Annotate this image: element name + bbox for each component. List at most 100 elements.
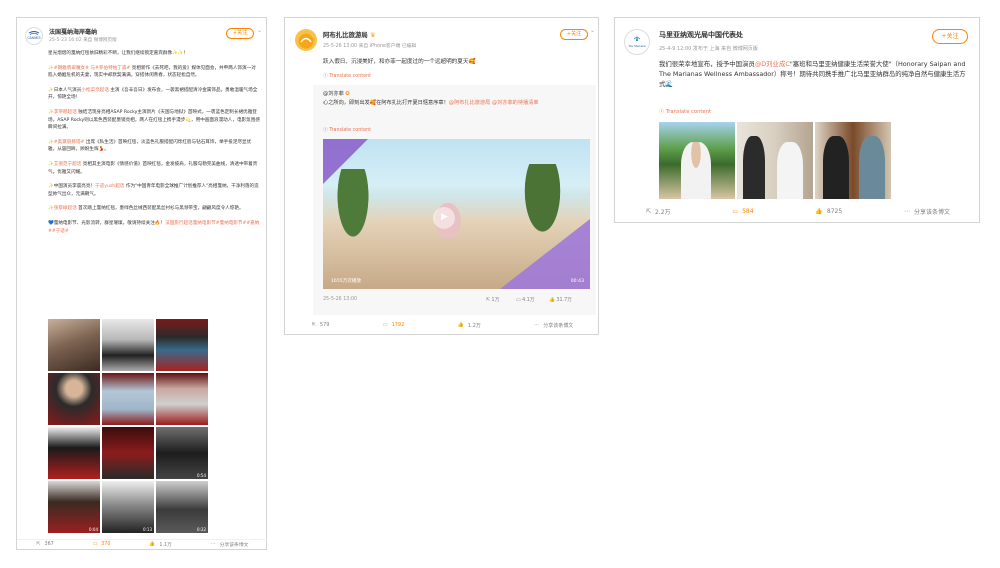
share-count: 579 [319,322,330,328]
share-post-button[interactable]: ⋯ 分享该条博文 [211,541,249,548]
video-thumbnail[interactable]: 0:32 [156,481,208,533]
post-paragraph: ✨中国演员李晨亮亮！于适yush超话 作为"中国青年电影全球推广计划推荐人"亮相… [48,183,260,198]
action-bar: ⇱ 367 ▭ 370 👍 1.1万 ⋯ 分享该条博文 [17,539,268,549]
post-paragraph: ✨张蔡峥超话 首次踏上戛纳红毯，墨绿色丝绒西装配黑丝衬衫与黑领带宝，翩翩风度令人… [48,205,260,213]
comment-button[interactable]: ▭ 1792 [383,322,404,328]
translate-link[interactable]: ⓣ Translate content [323,72,371,79]
post-text: ✨日本人气演员 [48,87,82,93]
share-post-label: 分享该条博文 [914,208,951,216]
photo-thumbnail[interactable] [48,319,100,371]
topic-link[interactable]: 于适yush超话 [95,184,124,189]
repost-share-button[interactable]: ⇱ 1万 [486,296,499,303]
comment-icon: ▭ [382,322,388,328]
photo-thumbnail[interactable] [815,122,891,199]
photo-thumbnail[interactable] [48,427,100,479]
post-paragraph: ✨李宰赫超话 独结洁现身亮相ASAP Rocky主演新片《天国与地狱》首映式，一… [48,109,260,132]
account-name[interactable]: 法国戛纳海岸毫纳 [49,27,97,36]
topic-link[interactable]: 法国旅行超话 [165,221,193,226]
comment-icon: ▭ [732,207,739,215]
photo-thumbnail[interactable] [102,427,154,479]
action-bar: ⇱ 579 ▭ 1792 👍 1.2万 ⋯ 分享该条博文 [285,319,600,331]
like-count: 8725 [826,207,843,215]
photo-thumbnail[interactable] [102,319,154,371]
repost-meta: 25-5-26 13:00 [323,297,358,302]
post-paragraph: ✨艾丽范宁超话 亮相其主演电影《情感价值》首映红毯，金发披肩，礼服勾勒完美曲线，… [48,161,260,176]
video-thumbnail[interactable]: 0:54 [156,427,208,479]
repost-block: @刘亦菲 ✪ 心之所向，即刻出发🥰在阿布扎比打开夏日惬意序章！@阿布扎比旅游局 … [313,85,596,315]
comment-count: 370 [101,542,111,547]
verified-icon: ♛ [369,31,376,39]
like-icon: 👍 [149,542,156,547]
photo-thumbnail[interactable] [156,373,208,425]
share-icon: ⇱ [36,542,41,547]
topic-link[interactable]: #罗伯特帕丁森# [95,66,130,71]
post-text: 跃入假日、沉浸美好，和亦菲一起度过的一个远超明的夏天🥰 [323,59,476,65]
topic-link[interactable]: 小松菜奈超话 [81,88,109,93]
avatar[interactable]: The Marianas [624,29,650,55]
share-count: 2.2万 [654,208,671,216]
share-post-button[interactable]: ⋯ 分享该条博文 [904,207,950,216]
post-body: 星光熠熠的戛纳红毯依旧精彩不断，让我们继续锁定嘉宾群像✨✨！ ✨#朗雅翡翠魔女#… [48,50,260,235]
avatar[interactable]: CANNES [25,27,43,45]
post-card-marianas: The Marianas 马里亚纳观光局中国代表处 25-4-9 12:00 发… [614,17,980,223]
more-icon[interactable]: ⌄ [257,27,262,34]
like-button[interactable]: 👍 8725 [815,208,842,215]
repost-like-button[interactable]: 👍 31.7万 [549,296,572,303]
post-paragraph: 💙戛纳电影节、光影流转，群星璀璨，敬请持续关注🔥！法国旅行超话戛纳电影节#戛纳电… [48,220,260,235]
account-name[interactable]: 马里亚纳观光局中国代表处 [659,30,743,40]
comment-count: 1792 [391,322,405,328]
photo-thumbnail[interactable]: 0:13 [102,481,154,533]
avatar[interactable] [295,29,317,51]
comment-button[interactable]: ▭ 370 [93,542,111,547]
comment-count: 584 [742,207,754,215]
topic-link[interactable]: 艾丽范宁超话 [54,162,82,167]
photo-thumbnail[interactable] [659,122,735,199]
post-paragraph: ✨#奥黛丽赫塔# 出席《私生活》首映红毯，淡蓝色礼服搭配闪烁红唇与钻石耳饰，举手… [48,139,260,154]
translate-link[interactable]: ⓣ Translate content [659,108,711,115]
follow-button[interactable]: +关注 [932,29,968,44]
play-button[interactable]: ▶ [433,207,455,229]
post-meta: 25-5-26 13:00 来自 iPhone客户端 已编辑 [323,44,417,49]
marianas-logo: The Marianas [628,35,647,48]
follow-button[interactable]: +关注 [226,28,254,39]
post-text: 我们很荣幸地宣布，授予中国演员 [659,60,755,68]
post-text: 💙戛纳电影节、光影流转，群星璀璨，敬请持续关注🔥！ [48,220,166,226]
video-duration: 0:04 [89,527,98,532]
topic-link[interactable]: 张蔡峥超话 [54,206,77,211]
repost-text: 心之所向，即刻出发🥰在阿布扎比打开夏日惬意序章！@阿布扎比旅游局 @刘亦菲的待播… [323,100,539,106]
share-button[interactable]: ⇱ 367 [37,542,54,547]
video-player[interactable]: ▶ 1655万次播放 00:43 [323,139,590,289]
post-text: 独结洁现身亮相ASAP Rocky主演新片《天国与地狱》首映式，一裹蓝色定制长裙… [48,109,260,131]
repost-author[interactable]: @刘亦菲 ✪ [323,90,350,97]
share-post-label: 分享该条博文 [219,543,249,548]
photo-thumbnail[interactable] [156,319,208,371]
photo-thumbnail[interactable]: 0:04 [48,481,100,533]
repost-comment-button[interactable]: ▭ 4.1万 [516,296,535,303]
more-icon: ⋯ [534,322,540,328]
like-button[interactable]: 👍 1.2万 [458,322,481,329]
share-button[interactable]: ⇱ 579 [312,322,330,328]
cannes-logo: CANNES [27,31,41,40]
photo-thumbnail[interactable] [102,373,154,425]
share-button[interactable]: ⇱ 2.2万 [646,207,671,216]
like-count: 1.2万 [467,322,481,329]
photo-thumbnail[interactable] [48,373,100,425]
more-icon[interactable]: ⌄ [590,27,595,34]
more-icon: ⋯ [210,542,216,547]
topic-link[interactable]: ✨#朗雅翡翠魔女# 与 [48,66,95,71]
mention-link[interactable]: @阿布扎比旅游局 @刘亦菲的待播清单 [449,100,539,106]
like-button[interactable]: 👍 1.1万 [149,541,171,548]
share-post-button[interactable]: ⋯ 分享该条博文 [534,322,573,329]
video-duration: 0:54 [197,473,206,478]
mention-link[interactable]: @D刘业成C [755,60,790,68]
translate-link[interactable]: ⓣ Translate content [323,126,371,133]
comment-button[interactable]: ▭ 584 [732,208,753,215]
video-duration: 0:32 [197,527,206,532]
follow-button[interactable]: +关注 [560,29,588,40]
photo-thumbnail[interactable] [737,122,813,199]
topic-link[interactable]: 李宰赫超话 [54,110,77,115]
post-body: 我们很荣幸地宣布，授予中国演员@D刘业成C"塞班和马里亚纳健康生活荣誉大使"（H… [659,59,969,89]
account-name[interactable]: 阿布扎比旅游局 ♛ [323,30,376,39]
like-icon: 👍 [549,298,557,303]
topic-link[interactable]: #奥黛丽赫塔# [54,140,85,145]
